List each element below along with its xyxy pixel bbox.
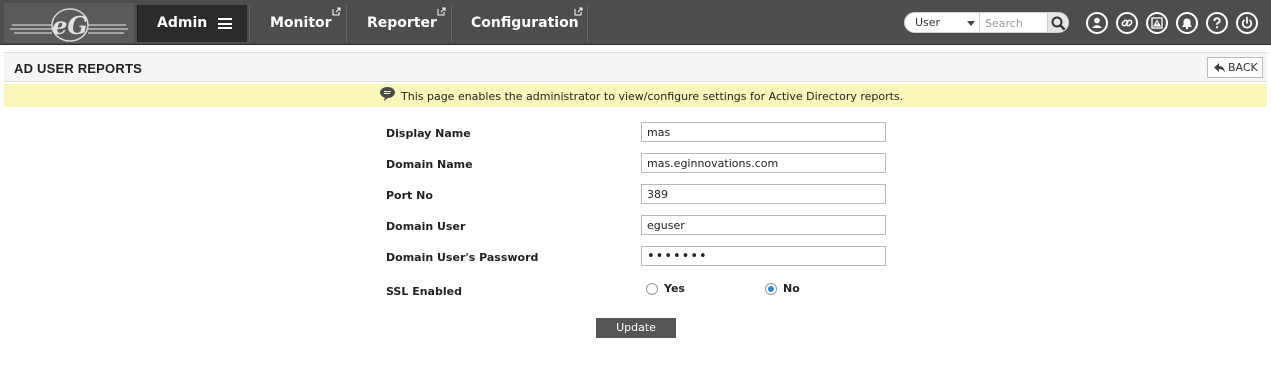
domain-name-label: Domain Name <box>386 158 473 171</box>
search-input[interactable] <box>981 13 1049 32</box>
external-link-icon <box>574 7 583 16</box>
ssl-no-label: No <box>783 282 800 295</box>
back-button[interactable]: BACK <box>1207 57 1263 78</box>
speech-bubble-icon <box>380 87 395 101</box>
top-navigation-bar: eG Admin Monitor Reporter Configuration … <box>0 0 1271 45</box>
domain-user-field[interactable] <box>641 215 886 235</box>
logout-button[interactable] <box>1236 12 1258 34</box>
search-scope-select[interactable]: User <box>905 13 980 32</box>
domain-password-field[interactable] <box>641 246 886 266</box>
external-link-icon <box>332 7 341 16</box>
search-box: User <box>904 12 1069 33</box>
search-button[interactable] <box>1047 13 1068 32</box>
link-icon <box>1118 14 1136 32</box>
bell-icon <box>1178 14 1196 32</box>
alert-icon <box>1148 14 1166 32</box>
nav-admin-label: Admin <box>157 15 208 31</box>
domain-password-label: Domain User's Password <box>386 251 539 264</box>
chevron-down-icon <box>967 21 975 26</box>
domain-name-field[interactable] <box>641 153 886 173</box>
ssl-enabled-label: SSL Enabled <box>386 285 462 298</box>
back-arrow-icon <box>1214 63 1225 73</box>
power-icon <box>1238 14 1256 32</box>
display-name-label: Display Name <box>386 127 471 140</box>
nav-admin[interactable]: Admin <box>137 5 247 42</box>
nav-monitor[interactable]: Monitor <box>249 5 345 42</box>
notifications-button[interactable] <box>1176 12 1198 34</box>
ssl-no-radio[interactable] <box>765 283 777 295</box>
links-button[interactable] <box>1116 12 1138 34</box>
help-icon <box>1208 14 1226 32</box>
update-button[interactable]: Update <box>596 318 676 338</box>
page-title: AD USER REPORTS <box>14 61 142 76</box>
svg-text:eG: eG <box>52 11 88 40</box>
user-icon <box>1088 14 1106 32</box>
external-link-icon <box>437 7 446 16</box>
search-icon <box>1051 16 1066 31</box>
back-button-label: BACK <box>1228 61 1258 74</box>
menu-icon <box>218 18 232 29</box>
nav-configuration[interactable]: Configuration <box>451 5 588 42</box>
eg-logo[interactable]: eG <box>4 3 134 43</box>
ssl-yes-radio[interactable] <box>646 283 658 295</box>
alerts-button[interactable] <box>1146 12 1168 34</box>
nav-reporter[interactable]: Reporter <box>346 5 450 42</box>
search-scope-value: User <box>915 16 941 29</box>
page-header: AD USER REPORTS BACK <box>4 52 1267 82</box>
nav-configuration-label: Configuration <box>471 15 579 31</box>
info-banner: This page enables the administrator to v… <box>4 84 1267 107</box>
info-text: This page enables the administrator to v… <box>401 90 904 103</box>
port-no-label: Port No <box>386 189 433 202</box>
ssl-yes-label: Yes <box>664 282 685 295</box>
domain-user-label: Domain User <box>386 220 466 233</box>
help-button[interactable] <box>1206 12 1228 34</box>
display-name-field[interactable] <box>641 122 886 142</box>
port-no-field[interactable] <box>641 184 886 204</box>
nav-monitor-label: Monitor <box>270 15 332 31</box>
nav-reporter-label: Reporter <box>367 15 437 31</box>
user-profile-button[interactable] <box>1086 12 1108 34</box>
